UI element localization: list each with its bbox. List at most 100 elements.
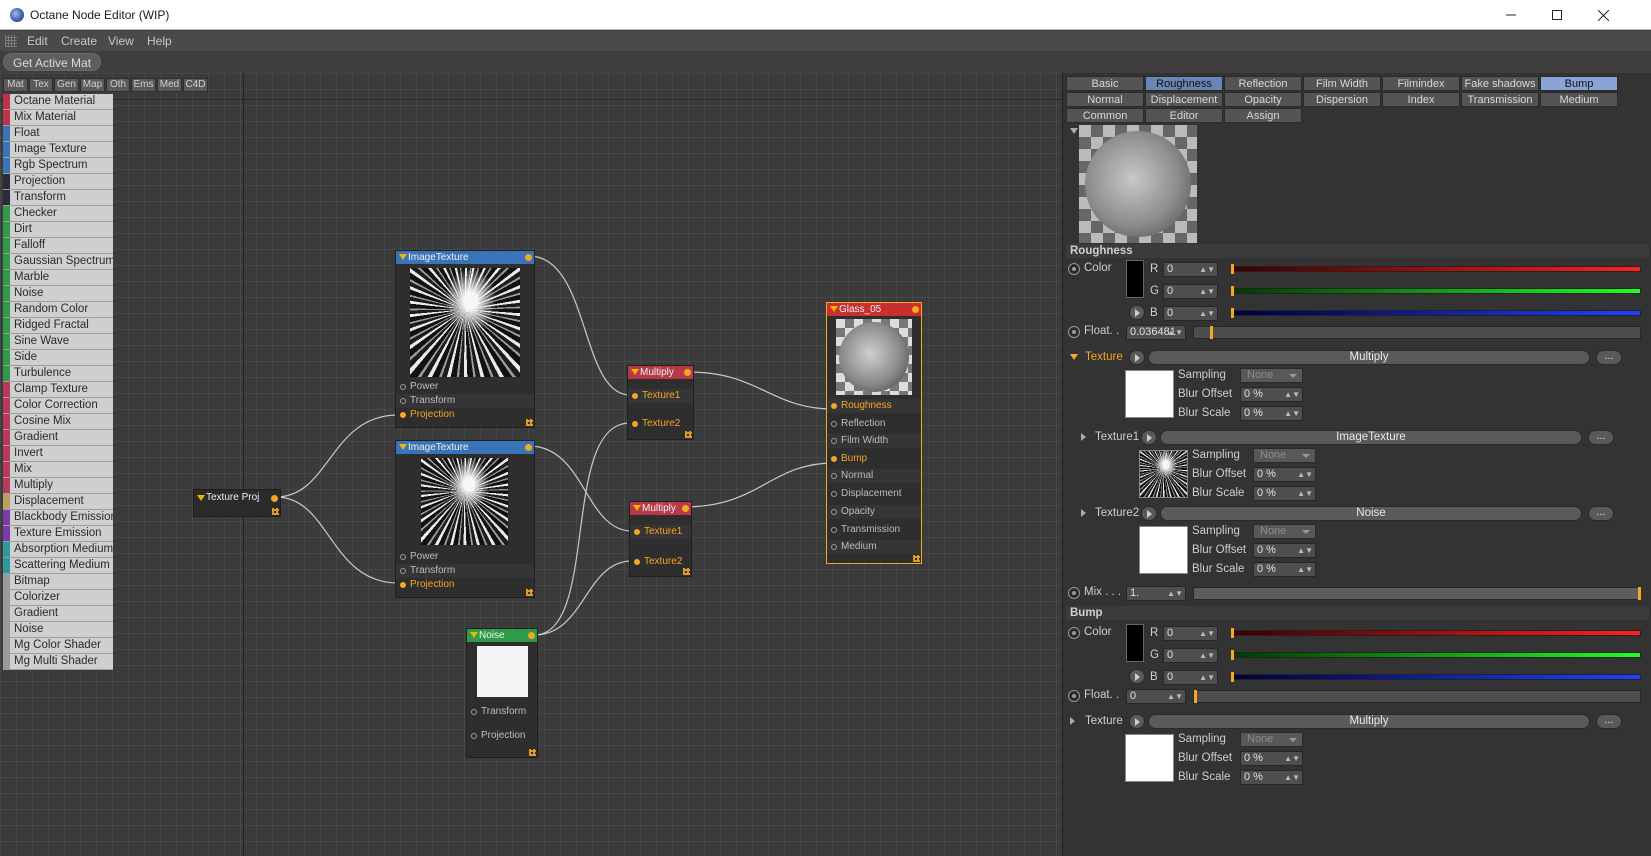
b-field[interactable]: 0 ▲▼ [1163, 306, 1218, 321]
collapse-triangle-icon[interactable] [633, 505, 641, 511]
bump-color-swatch[interactable] [1126, 624, 1144, 662]
texture-link-button[interactable] [1129, 350, 1145, 365]
pin-roughness[interactable]: Roughness [827, 399, 921, 413]
tab-medium[interactable]: Medium [1540, 92, 1618, 107]
node-image-texture-2[interactable]: ImageTexture Power Transform Projection [395, 440, 535, 598]
color-swatch[interactable] [1126, 260, 1144, 298]
collapse-triangle-icon[interactable] [470, 632, 478, 638]
texture1-shader-button[interactable]: ImageTexture [1160, 430, 1582, 445]
collapse-triangle-icon[interactable] [399, 444, 407, 450]
pin-bump[interactable]: Bump [827, 452, 921, 466]
bump-g-field[interactable]: 0 ▲▼ [1163, 648, 1218, 663]
pin-projection[interactable]: Projection [396, 578, 534, 592]
pin-power[interactable]: Power [396, 380, 534, 394]
bump-r-field[interactable]: 0 ▲▼ [1163, 626, 1218, 641]
tab-index[interactable]: Index [1382, 92, 1460, 107]
node-noise[interactable]: Noise Transform Projection [466, 628, 538, 758]
get-active-mat-button[interactable]: Get Active Mat [3, 53, 102, 71]
texture-shader-button[interactable]: Multiply [1148, 350, 1590, 365]
menu-create[interactable]: Create [61, 34, 97, 48]
pin-transform[interactable]: Transform [396, 394, 534, 408]
resize-grip-icon[interactable] [526, 589, 533, 596]
pin-displacement[interactable]: Displacement [827, 487, 921, 501]
output-port[interactable] [684, 369, 691, 376]
menu-grip-icon[interactable] [5, 35, 17, 47]
bump-float-field[interactable]: 0 ▲▼ [1126, 689, 1186, 704]
tab-basic[interactable]: Basic [1066, 76, 1144, 91]
menu-help[interactable]: Help [147, 34, 172, 48]
node-multiply-2[interactable]: Multiply Texture1 Texture2 [629, 501, 692, 577]
bump-b-field[interactable]: 0 ▲▼ [1163, 670, 1218, 685]
resize-grip-icon[interactable] [683, 568, 690, 575]
pin-transform[interactable]: Transform [467, 705, 537, 719]
resize-grip-icon[interactable] [913, 555, 920, 562]
t1-blur-scale-field[interactable]: 0 % ▲▼ [1253, 486, 1316, 501]
pin-normal[interactable]: Normal [827, 469, 921, 483]
pin-transform[interactable]: Transform [396, 564, 534, 578]
maximize-button[interactable] [1534, 0, 1580, 30]
tab-transmission[interactable]: Transmission [1461, 92, 1539, 107]
output-port[interactable] [525, 444, 532, 451]
bump-blur-offset-field[interactable]: 0 % ▲▼ [1240, 751, 1303, 766]
t2-blur-scale-field[interactable]: 0 % ▲▼ [1253, 562, 1316, 577]
mix-field[interactable]: 1. ▲▼ [1126, 586, 1186, 601]
pin-projection[interactable]: Projection [467, 729, 537, 743]
texture-expand-icon[interactable] [1070, 354, 1078, 360]
pin-texture2[interactable]: Texture2 [630, 555, 691, 569]
pin-medium[interactable]: Medium [827, 540, 921, 554]
preview-collapse-icon[interactable] [1070, 128, 1078, 134]
tab-bump[interactable]: Bump [1540, 76, 1618, 91]
bump-color-options-button[interactable] [1129, 669, 1145, 684]
g-slider[interactable] [1231, 286, 1641, 296]
bump-texture-more-button[interactable]: ... [1596, 714, 1622, 729]
texture2-expand-icon[interactable] [1081, 509, 1086, 517]
output-port[interactable] [271, 495, 278, 502]
resize-grip-icon[interactable] [272, 508, 279, 515]
tab-fake-shadows[interactable]: Fake shadows [1461, 76, 1539, 91]
pin-power[interactable]: Power [396, 550, 534, 564]
resize-grip-icon[interactable] [685, 431, 692, 438]
b-slider[interactable] [1231, 308, 1641, 318]
radio-color[interactable] [1068, 263, 1080, 275]
tab-common[interactable]: Common [1066, 108, 1144, 123]
bump-blur-scale-field[interactable]: 0 % ▲▼ [1240, 770, 1303, 785]
pin-texture1[interactable]: Texture1 [630, 525, 691, 539]
menu-view[interactable]: View [108, 34, 134, 48]
bump-texture-expand-icon[interactable] [1070, 717, 1075, 725]
bump-sampling-dropdown[interactable]: None [1240, 732, 1303, 747]
r-slider[interactable] [1231, 264, 1641, 274]
bump-texture-shader-button[interactable]: Multiply [1148, 714, 1590, 729]
tab-editor[interactable]: Editor [1145, 108, 1223, 123]
resize-grip-icon[interactable] [526, 419, 533, 426]
pin-transmission[interactable]: Transmission [827, 523, 921, 537]
color-options-button[interactable] [1129, 305, 1145, 320]
tab-displacement[interactable]: Displacement [1145, 92, 1223, 107]
texture1-more-button[interactable]: ... [1588, 430, 1614, 445]
tab-opacity[interactable]: Opacity [1224, 92, 1302, 107]
float-slider[interactable] [1193, 326, 1641, 339]
t1-sampling-dropdown[interactable]: None [1253, 448, 1316, 463]
texture2-link-button[interactable] [1141, 506, 1157, 521]
tab-dispersion[interactable]: Dispersion [1303, 92, 1381, 107]
t2-blur-offset-field[interactable]: 0 % ▲▼ [1253, 543, 1316, 558]
tab-assign[interactable]: Assign [1224, 108, 1302, 123]
collapse-triangle-icon[interactable] [830, 306, 838, 312]
t1-blur-offset-field[interactable]: 0 % ▲▼ [1253, 467, 1316, 482]
node-material-glass[interactable]: Glass_05 Roughness Reflection Film Width… [826, 302, 922, 564]
tab-filmindex[interactable]: Filmindex [1382, 76, 1460, 91]
pin-reflection[interactable]: Reflection [827, 417, 921, 431]
radio-mix[interactable] [1068, 587, 1080, 599]
node-multiply-1[interactable]: Multiply Texture1 Texture2 [627, 365, 694, 440]
bump-float-slider[interactable] [1193, 690, 1641, 703]
texture2-more-button[interactable]: ... [1588, 506, 1614, 521]
node-texture-proj[interactable]: Texture Proj [193, 489, 281, 517]
texture2-shader-button[interactable]: Noise [1160, 506, 1582, 521]
r-field[interactable]: 0 ▲▼ [1163, 262, 1218, 277]
radio-float[interactable] [1068, 326, 1080, 338]
bump-g-slider[interactable] [1231, 650, 1641, 660]
texture1-link-button[interactable] [1141, 430, 1157, 445]
sampling-dropdown[interactable]: None [1240, 368, 1303, 383]
float-slider-knob[interactable] [1210, 326, 1213, 339]
collapse-triangle-icon[interactable] [631, 369, 639, 375]
close-button[interactable] [1580, 0, 1626, 30]
